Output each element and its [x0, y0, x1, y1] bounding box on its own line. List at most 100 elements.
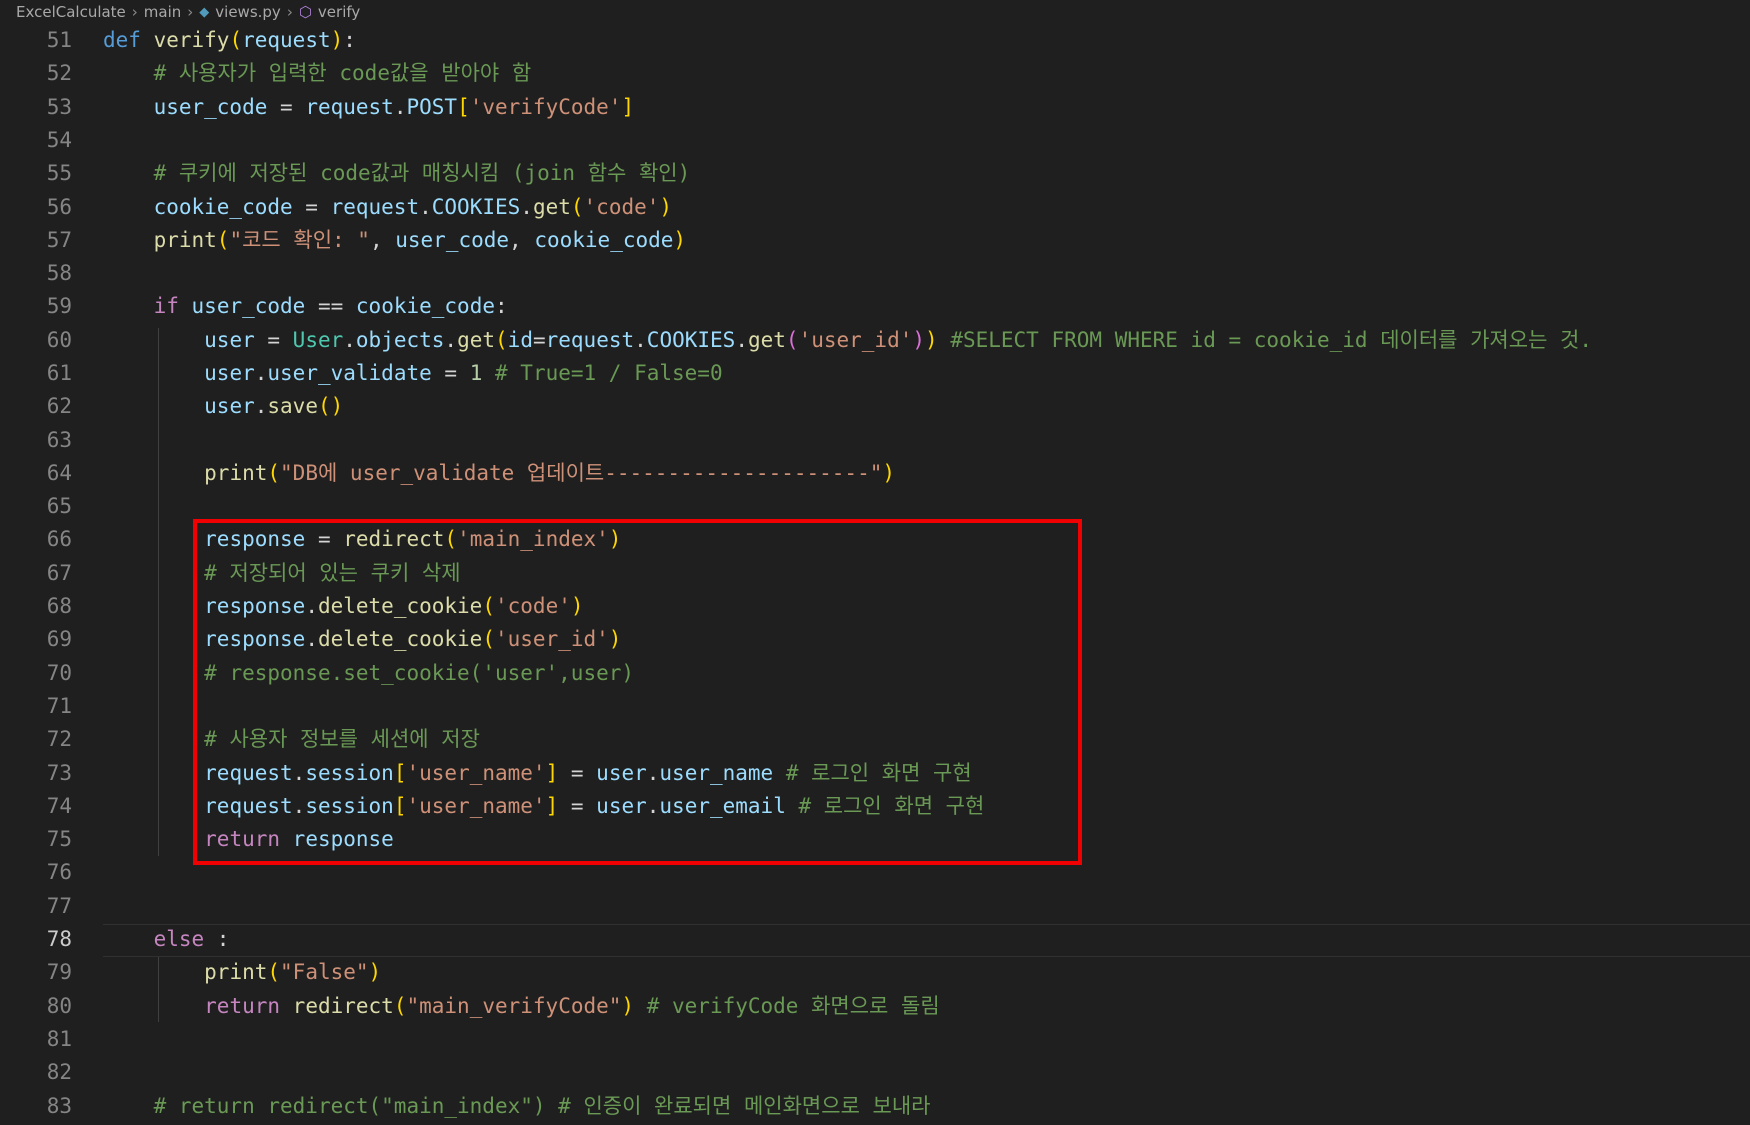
- code-token: ,: [509, 228, 535, 252]
- code-token: ): [659, 195, 673, 219]
- breadcrumb-file[interactable]: views.py: [215, 3, 281, 21]
- breadcrumb-folder[interactable]: main: [144, 3, 181, 21]
- code-token: (: [229, 28, 243, 52]
- code-token: (: [785, 328, 799, 352]
- code-token: request: [305, 95, 394, 119]
- code-line[interactable]: 77: [0, 890, 1750, 923]
- code-token: print: [204, 960, 268, 984]
- line-number: 60: [46, 328, 72, 352]
- code-token: # 쿠키에 저장된 code값과 매칭시킴 (join 함수 확인): [153, 161, 691, 185]
- line-number: 81: [46, 1027, 72, 1051]
- line-number: 80: [46, 994, 72, 1018]
- code-line[interactable]: 82: [0, 1056, 1750, 1089]
- code-token: ): [912, 328, 926, 352]
- code-token: =: [267, 95, 306, 119]
- code-token: # True=1 / False=0: [495, 361, 723, 385]
- code-line[interactable]: 51 def verify(request):: [0, 24, 1750, 57]
- line-number: 65: [46, 494, 72, 518]
- code-token: request: [545, 328, 635, 352]
- code-token: objects: [355, 328, 445, 352]
- code-token: [: [457, 95, 470, 119]
- line-number: 52: [46, 61, 72, 85]
- code-token: POST: [406, 95, 458, 119]
- code-text: print("False"): [103, 956, 381, 989]
- code-line[interactable]: 64 print("DB에 user_validate 업데이트--------…: [0, 457, 1750, 490]
- code-token: 'verifyCode': [469, 95, 622, 119]
- code-token: ,: [369, 228, 396, 252]
- code-text: print("DB에 user_validate 업데이트-----------…: [103, 457, 895, 490]
- code-token: # 사용자가 입력한 code값을 받아야 함: [153, 61, 532, 85]
- code-token: user_validate: [267, 361, 432, 385]
- line-number: 73: [46, 761, 72, 785]
- code-line[interactable]: 78 else :: [0, 923, 1750, 956]
- code-token: user_code: [191, 294, 306, 318]
- code-token: (: [216, 228, 230, 252]
- code-token: user_code: [153, 95, 268, 119]
- code-token: .: [254, 361, 268, 385]
- line-number: 69: [46, 627, 72, 651]
- code-line[interactable]: 61 user.user_validate = 1 # True=1 / Fal…: [0, 357, 1750, 390]
- code-token: (: [267, 461, 281, 485]
- code-token: COOKIES: [646, 328, 736, 352]
- code-line[interactable]: 79 print("False"): [0, 956, 1750, 989]
- code-line[interactable]: 63: [0, 424, 1750, 457]
- code-token: verify: [153, 28, 230, 52]
- code-token: def: [103, 28, 141, 52]
- line-number: 54: [46, 128, 72, 152]
- breadcrumb: ExcelCalculate › main › ◆ views.py › ⬡ v…: [0, 0, 1750, 24]
- code-line[interactable]: 60 user = User.objects.get(id=request.CO…: [0, 324, 1750, 357]
- line-number: 51: [46, 28, 72, 52]
- code-token: (: [267, 960, 281, 984]
- code-line[interactable]: 55 # 쿠키에 저장된 code값과 매칭시킴 (join 함수 확인): [0, 157, 1750, 190]
- code-token: # verifyCode 화면으로 돌림: [646, 994, 940, 1018]
- code-line[interactable]: 53 user_code = request.POST['verifyCode'…: [0, 91, 1750, 124]
- code-line[interactable]: 54: [0, 124, 1750, 157]
- code-token: (: [495, 328, 508, 352]
- breadcrumb-project[interactable]: ExcelCalculate: [16, 3, 126, 21]
- code-line[interactable]: 62 user.save(): [0, 390, 1750, 423]
- line-number: 83: [46, 1094, 72, 1118]
- breadcrumb-symbol[interactable]: verify: [318, 3, 360, 21]
- code-line[interactable]: 56 cookie_code = request.COOKIES.get('co…: [0, 191, 1750, 224]
- chevron-right-icon: ›: [131, 3, 138, 21]
- code-token: ): [925, 328, 938, 352]
- line-number: 77: [46, 894, 72, 918]
- red-annotation-box: [193, 519, 1082, 865]
- line-number: 68: [46, 594, 72, 618]
- line-number: 62: [46, 394, 72, 418]
- code-token: .: [520, 195, 533, 219]
- line-number: 57: [46, 228, 72, 252]
- code-token: User: [292, 328, 344, 352]
- code-text: # 쿠키에 저장된 code값과 매칭시킴 (join 함수 확인): [103, 157, 691, 190]
- method-symbol-icon: ⬡: [298, 3, 312, 21]
- code-line[interactable]: 83 # return redirect("main_index") # 인증이…: [0, 1090, 1750, 1123]
- code-line[interactable]: 58: [0, 257, 1750, 290]
- code-line[interactable]: 80 return redirect("main_verifyCode") # …: [0, 990, 1750, 1023]
- code-text: # 사용자가 입력한 code값을 받아야 함: [103, 57, 532, 90]
- code-token: ]: [621, 95, 635, 119]
- code-line[interactable]: 57 print("코드 확인: ", user_code, cookie_co…: [0, 224, 1750, 257]
- code-token: get: [747, 328, 786, 352]
- code-token: if: [153, 294, 179, 318]
- code-token: (): [317, 394, 344, 418]
- code-token: cookie_code: [534, 228, 674, 252]
- code-token: "코드 확인: ": [229, 228, 370, 252]
- code-line[interactable]: 81: [0, 1023, 1750, 1056]
- code-line[interactable]: 52 # 사용자가 입력한 code값을 받아야 함: [0, 57, 1750, 90]
- line-number: 76: [46, 860, 72, 884]
- code-line[interactable]: 59 if user_code == cookie_code:: [0, 290, 1750, 323]
- line-number: 67: [46, 561, 72, 585]
- code-token: 1: [469, 361, 483, 385]
- code-token: id: [507, 328, 533, 352]
- code-text: return redirect("main_verifyCode") # ver…: [103, 990, 940, 1023]
